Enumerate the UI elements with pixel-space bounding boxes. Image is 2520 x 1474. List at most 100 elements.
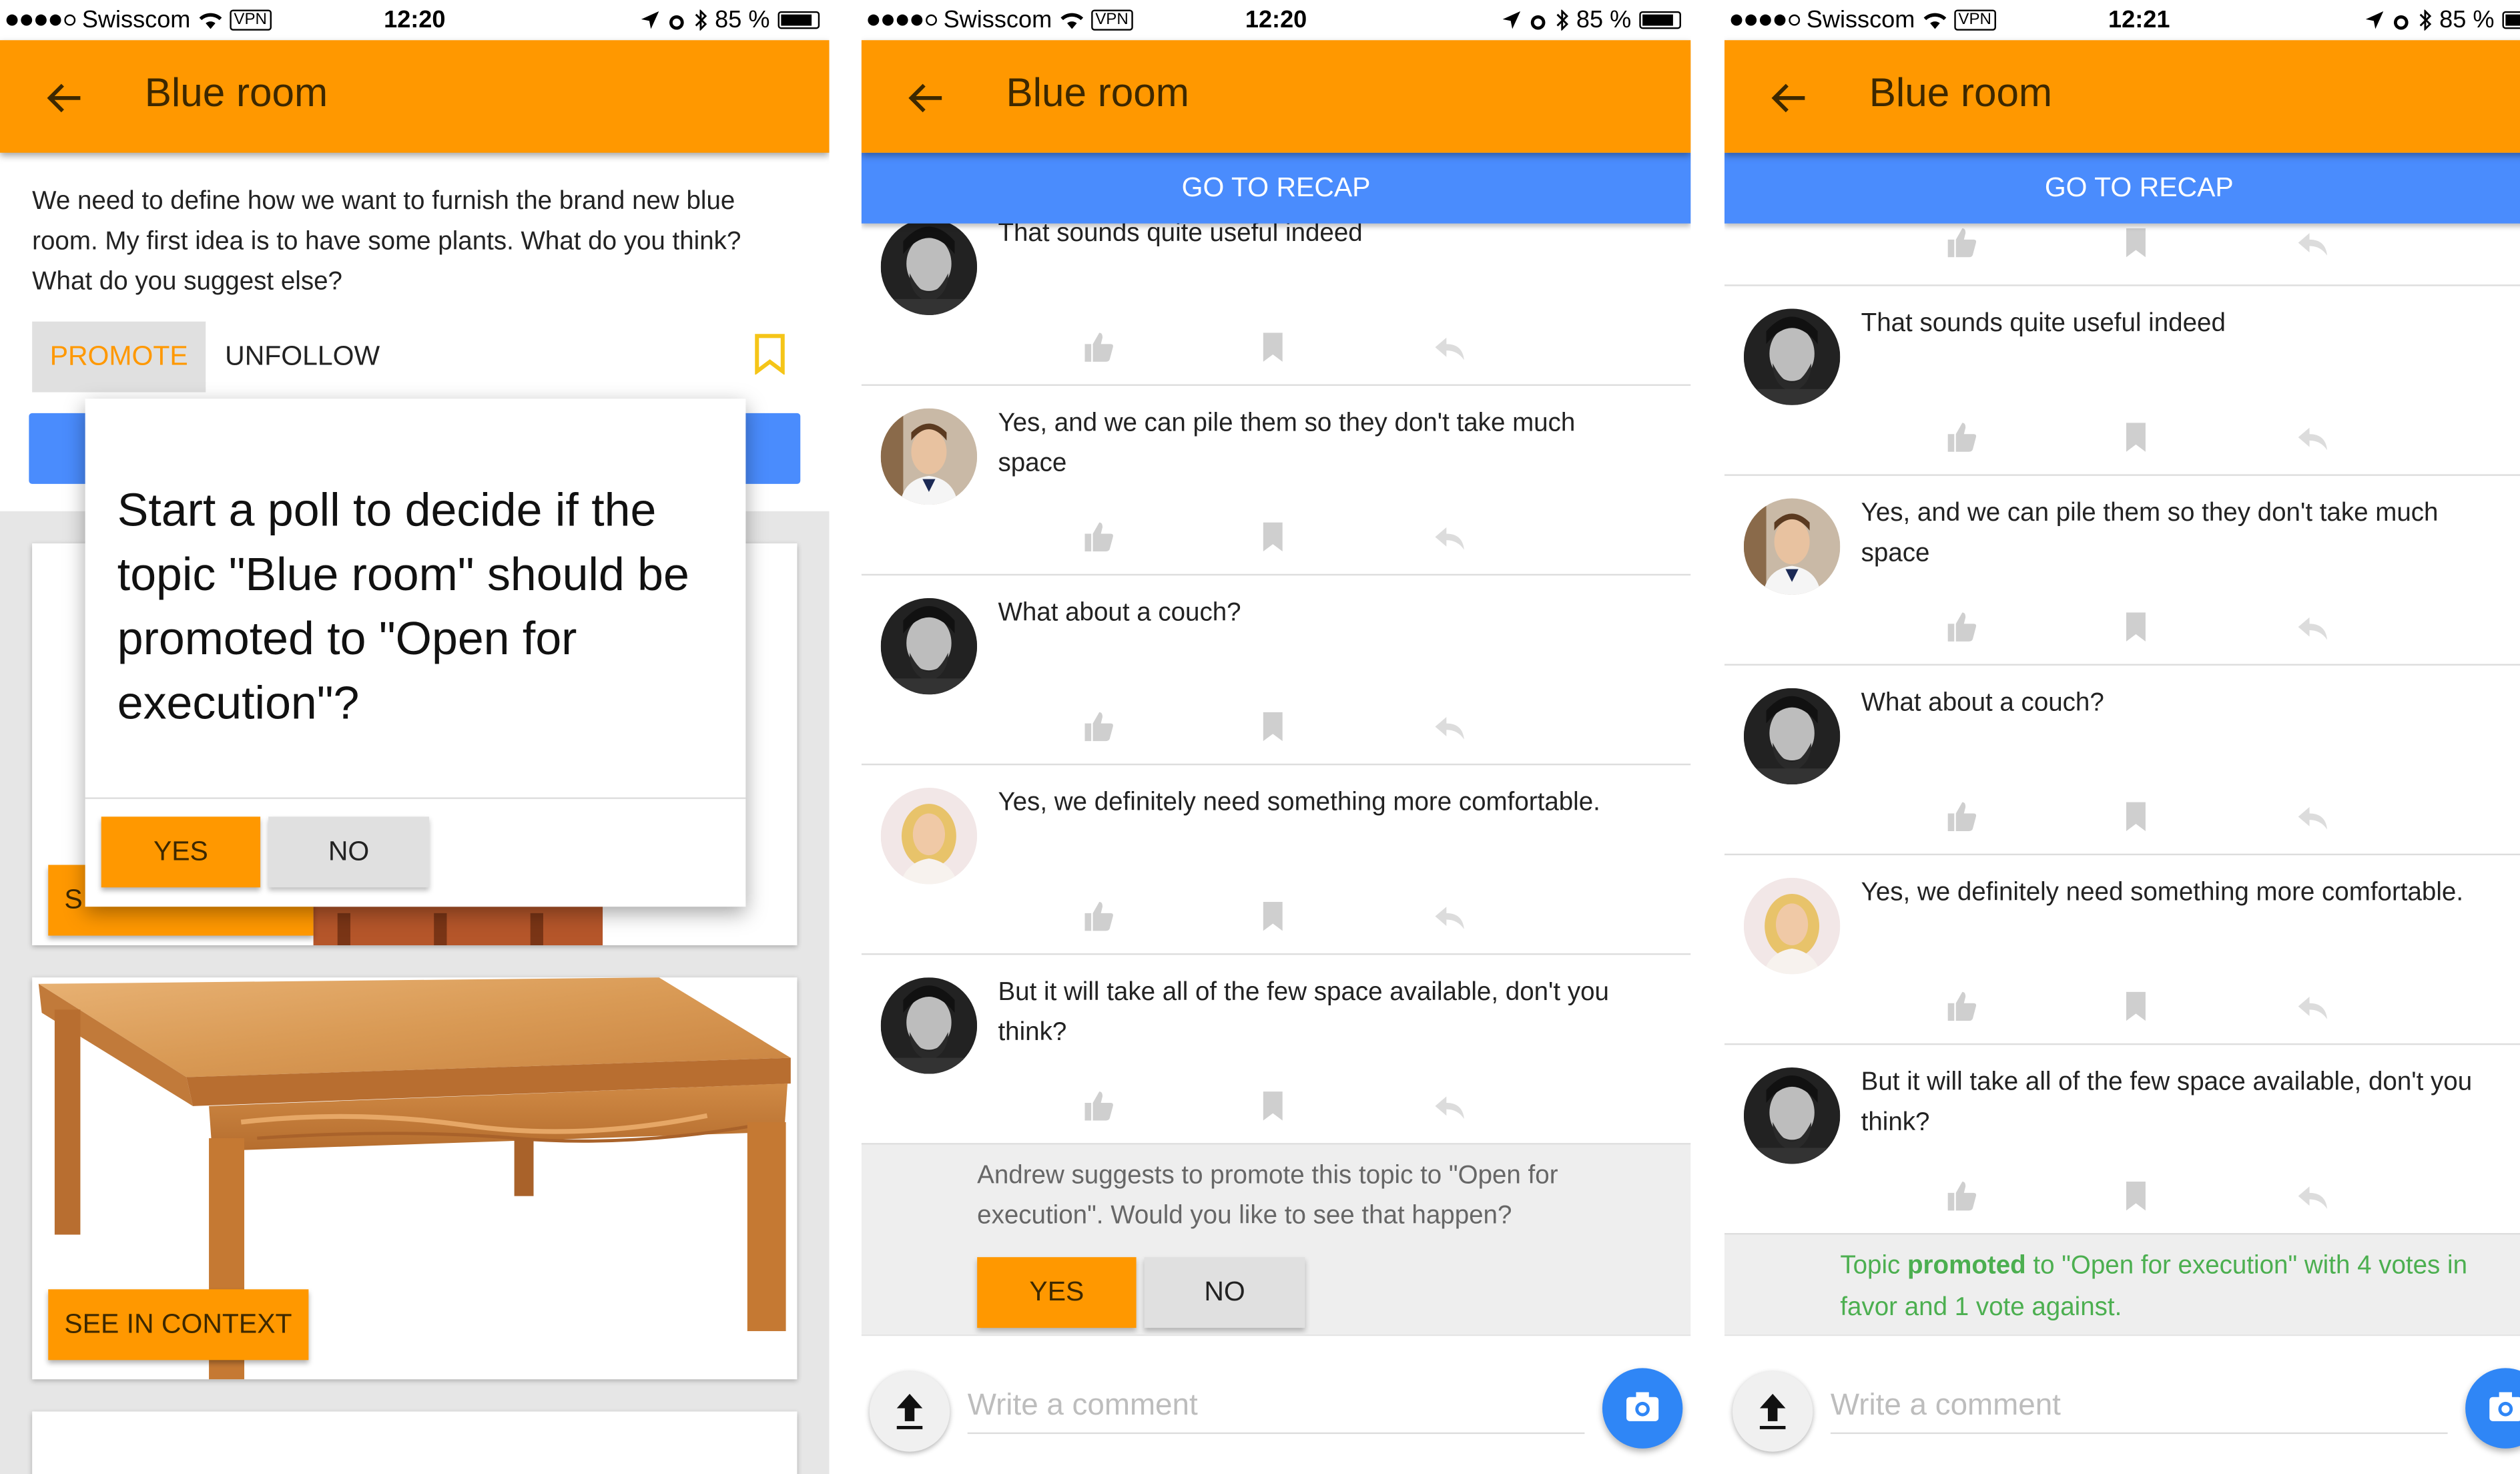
vote-yes-button[interactable]: YES [977, 1257, 1137, 1328]
thumb-up-icon[interactable] [1943, 797, 1981, 836]
upload-button[interactable] [1732, 1371, 1813, 1452]
dialog-divider [85, 797, 746, 799]
thumb-up-icon[interactable] [1080, 1087, 1119, 1126]
avatar[interactable] [880, 408, 978, 505]
go-to-recap-button[interactable]: GO TO RECAP [861, 152, 1691, 224]
avatar[interactable] [1743, 1067, 1841, 1164]
bookmark-icon[interactable] [1253, 708, 1292, 746]
bluetooth-icon [1556, 9, 1568, 31]
comment-text: That sounds quite useful indeed [1861, 310, 2226, 338]
bookmark-icon[interactable] [2117, 607, 2156, 646]
comment-actions [1724, 797, 2520, 836]
reply-icon[interactable] [2293, 987, 2332, 1026]
bluetooth-icon [695, 9, 707, 31]
thumb-up-icon[interactable] [1080, 708, 1119, 746]
bookmark-icon[interactable] [1253, 517, 1292, 556]
thumb-up-icon[interactable] [1943, 418, 1981, 457]
status-bar: Swisscom VPN 12:20 85 % [861, 0, 1691, 41]
avatar[interactable] [880, 218, 978, 315]
thumb-up-icon[interactable] [1080, 517, 1119, 556]
see-in-context-button[interactable]: SEE IN CONTEXT [48, 1289, 308, 1361]
avatar[interactable] [1743, 308, 1841, 405]
promote-button[interactable]: PROMOTE [32, 321, 206, 393]
alarm-icon [669, 14, 684, 29]
attachment-card [32, 1411, 798, 1474]
location-arrow-icon [1502, 11, 1520, 29]
reply-icon[interactable] [1430, 328, 1469, 366]
reply-icon[interactable] [2293, 607, 2332, 646]
promote-poll-dialog: Start a poll to decide if the topic "Blu… [85, 399, 746, 907]
comment-actions [862, 1087, 1691, 1126]
thumb-up-icon[interactable] [1943, 987, 1981, 1026]
comment-text: But it will take all of the few space av… [998, 979, 1609, 1047]
comment-input[interactable]: Write a comment [967, 1381, 1585, 1435]
comment-actions [862, 708, 1691, 746]
bookmark-icon[interactable] [752, 332, 788, 375]
bookmark-icon[interactable] [1253, 1087, 1292, 1126]
dialog-question: Start a poll to decide if the topic "Blu… [117, 485, 689, 730]
avatar[interactable] [1743, 688, 1841, 785]
upload-button[interactable] [869, 1371, 950, 1452]
phone-screen-vote-request: Swisscom VPN 12:20 85 % Blue room GO TO … [861, 0, 1691, 1474]
battery-percent: 85 % [2439, 6, 2495, 34]
reply-icon[interactable] [1430, 897, 1469, 936]
arrow-back-icon[interactable] [1767, 75, 1811, 120]
thumb-up-icon[interactable] [1943, 224, 1981, 262]
result-bold: promoted [1907, 1252, 2026, 1280]
reply-icon[interactable] [2293, 797, 2332, 836]
app-bar: Blue room [861, 40, 1691, 153]
bookmark-icon[interactable] [2117, 1177, 2156, 1216]
comment-text: But it will take all of the few space av… [1861, 1069, 2473, 1137]
bookmark-icon[interactable] [1253, 897, 1292, 936]
thumb-up-icon[interactable] [1080, 328, 1119, 366]
bookmark-icon[interactable] [1253, 328, 1292, 366]
comment-item: What about a couch? [861, 574, 1691, 766]
screenshots-strip: Swisscom VPN 12:20 85 % Blue room We nee… [0, 0, 2520, 1474]
avatar[interactable] [880, 597, 978, 695]
bookmark-icon[interactable] [2117, 418, 2156, 457]
avatar[interactable] [1743, 877, 1841, 975]
reply-icon[interactable] [1430, 708, 1469, 746]
comment-item: Yes, and we can pile them so they don't … [1724, 474, 2520, 666]
comment-actions [1724, 418, 2520, 457]
unfollow-button[interactable]: UNFOLLOW [225, 322, 380, 393]
avatar[interactable] [880, 977, 978, 1074]
reply-icon[interactable] [2293, 224, 2332, 262]
gutter [829, 0, 862, 1474]
status-bar: Swisscom VPN 12:20 85 % [0, 0, 830, 41]
dialog-no-button[interactable]: NO [268, 816, 429, 888]
bookmark-icon[interactable] [2117, 797, 2156, 836]
comment-item: Yes, we definitely need something more c… [861, 764, 1691, 955]
arrow-back-icon[interactable] [42, 75, 87, 120]
bookmark-icon[interactable] [2117, 224, 2156, 262]
comment-item [1724, 217, 2520, 286]
app-bar: Blue room [1724, 40, 2520, 153]
thumb-up-icon[interactable] [1943, 1177, 1981, 1216]
result-text: Topic promoted to "Open for execution" w… [1840, 1246, 2520, 1329]
comment-actions [862, 897, 1691, 936]
reply-icon[interactable] [1430, 517, 1469, 556]
upload-icon [1759, 1393, 1786, 1429]
camera-button[interactable] [1602, 1368, 1683, 1449]
reply-icon[interactable] [2293, 1177, 2332, 1216]
battery-icon [777, 11, 820, 29]
thumb-up-icon[interactable] [1080, 897, 1119, 936]
go-to-recap-button[interactable]: GO TO RECAP [1724, 152, 2520, 224]
comment-text: What about a couch? [998, 599, 1241, 628]
location-arrow-icon [2365, 11, 2383, 29]
avatar[interactable] [1743, 498, 1841, 595]
comment-item: Yes, we definitely need something more c… [1724, 854, 2520, 1045]
camera-button[interactable] [2465, 1368, 2520, 1449]
reply-icon[interactable] [1430, 1087, 1469, 1126]
avatar[interactable] [880, 787, 978, 885]
dialog-yes-button[interactable]: YES [101, 816, 261, 888]
alarm-icon [1530, 14, 1545, 29]
reply-icon[interactable] [2293, 418, 2332, 457]
arrow-back-icon[interactable] [903, 75, 948, 120]
vote-no-button[interactable]: NO [1144, 1257, 1305, 1328]
promotion-vote-request: Andrew suggests to promote this topic to… [861, 1144, 1691, 1334]
bookmark-icon[interactable] [2117, 987, 2156, 1026]
app-bar: Blue room [0, 40, 830, 153]
thumb-up-icon[interactable] [1943, 607, 1981, 646]
comment-input[interactable]: Write a comment [1830, 1381, 2448, 1435]
